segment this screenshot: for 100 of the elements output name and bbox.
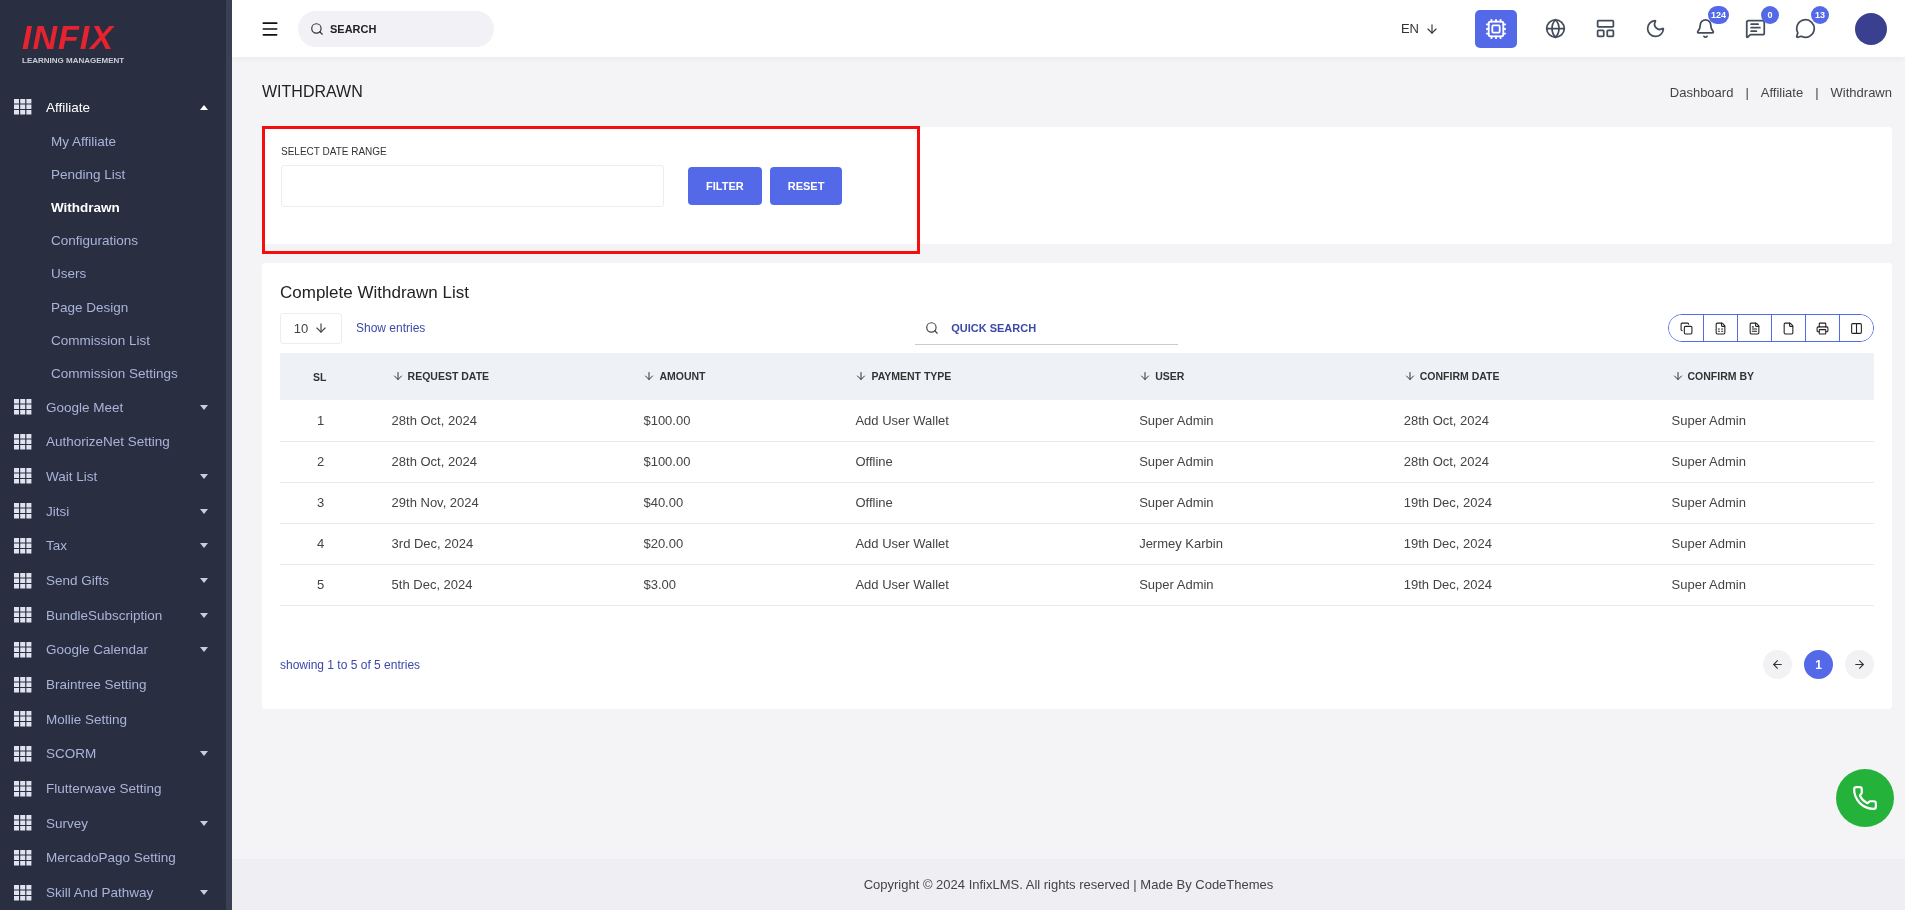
grid-icon [14,849,32,866]
sidebar-item[interactable]: BundleSubscription [0,597,226,633]
table-cell: Super Admin [1671,564,1874,605]
previous-page-button[interactable] [1763,650,1792,679]
columns-icon[interactable] [1839,315,1873,341]
breadcrumb-link[interactable]: Dashboard [1669,84,1734,100]
sort-icon [1403,369,1416,382]
language-selector[interactable]: EN [1400,21,1439,36]
grid-icon [14,711,32,728]
table-cell: $40.00 [643,482,856,523]
caret-icon [200,820,208,826]
table-cell: Super Admin [1139,482,1404,523]
submenu-item[interactable]: Page Design [0,290,226,324]
sidebar-item[interactable]: MercadoPago Setting [0,840,226,876]
breadcrumb-link[interactable]: Withdrawn [1830,84,1892,100]
table-cell: 28th Oct, 2024 [391,400,644,441]
table-cell: 3 [280,482,392,523]
avatar[interactable] [1855,12,1887,45]
caret-icon [200,890,208,896]
table-cell: Super Admin [1139,441,1404,482]
filter-button[interactable]: FILTER [688,167,762,205]
sort-icon [391,369,404,382]
copyright-text: Copyright © 2024 InfixLMS. All rights reserved | Made By CodeThemes [863,877,1274,892]
sidebar-item[interactable]: Braintree Setting [0,667,226,702]
column-header[interactable]: AMOUNT [643,353,856,400]
submenu-item[interactable]: Withdrawn [0,191,226,225]
submenu-item[interactable]: Users [0,257,226,291]
sidebar-item[interactable]: Skill And Pathway [0,875,226,910]
table-cell: Jermey Karbin [1139,523,1404,564]
caret-icon [200,647,208,653]
sidebar-item[interactable]: Jitsi [0,493,226,529]
chat-icon[interactable] [1793,16,1817,41]
sidebar-item[interactable]: AuthorizeNet Setting [0,424,226,460]
sidebar-item[interactable]: Mollie Setting [0,701,226,737]
table-cell: Super Admin [1671,400,1874,441]
ai-chip-button[interactable] [1475,9,1517,48]
caret-icon [200,612,208,618]
column-header[interactable]: CONFIRM BY [1671,353,1874,400]
caret-icon [200,474,208,479]
sidebar-item[interactable]: Flutterwave Setting [0,771,226,806]
submenu-item[interactable]: Pending List [0,157,226,192]
submenu-item[interactable]: Commission Settings [0,356,226,390]
caret-icon [200,104,208,110]
table-cell: Add User Wallet [855,400,1140,441]
submenu-item[interactable]: Commission List [0,323,226,357]
grid-icon [14,399,32,416]
submenu-item[interactable]: Configurations [0,224,226,258]
sidebar-item[interactable]: Google Meet [0,389,226,425]
table-cell: $20.00 [643,523,856,564]
next-page-button[interactable] [1845,650,1874,679]
whatsapp-button[interactable] [1836,769,1894,827]
submenu-item[interactable]: My Affiliate [0,124,226,158]
sidebar-item[interactable]: Tax [0,528,226,564]
grid-icon [14,468,32,485]
caret-icon [200,404,208,410]
column-header[interactable]: CONFIRM DATE [1403,353,1672,400]
sidebar-item[interactable]: Affiliate [0,90,226,125]
table-cell: 1 [280,400,392,441]
table-cell: 2 [280,441,392,482]
sidebar-item[interactable]: Send Gifts [0,563,226,598]
table-cell: Super Admin [1671,441,1874,482]
chip-icon [1485,17,1507,40]
sort-icon [1139,369,1152,382]
sort-icon [1671,369,1684,382]
column-header[interactable]: SL [280,353,392,400]
table-cell: $100.00 [643,441,856,482]
table-cell: 19th Dec, 2024 [1403,564,1672,605]
sidebar-item[interactable]: Wait List [0,459,226,494]
caret-icon [200,508,208,514]
table-cell: 29th Nov, 2024 [391,482,644,523]
reset-button[interactable]: RESET [769,167,843,205]
grid-icon [14,780,32,797]
search-field[interactable]: SEARCH [298,10,494,47]
separator: | [1815,84,1819,100]
column-header[interactable]: PAYMENT TYPE [855,353,1140,400]
sidebar-item[interactable]: SCORM [0,736,226,772]
breadcrumb-link[interactable]: Affiliate [1760,84,1804,100]
grid-icon [14,745,32,762]
sort-icon [643,369,656,382]
globe-icon[interactable] [1543,16,1567,41]
notification-count: 124 [1707,5,1729,24]
caret-icon [200,751,208,757]
table-cell: Add User Wallet [855,564,1140,605]
page-button[interactable]: 1 [1804,650,1833,679]
table-cell: 28th Oct, 2024 [1403,441,1672,482]
grid-icon [14,537,32,554]
card-title: Complete Withdrawn List [280,283,470,303]
column-header[interactable]: REQUEST DATE [391,353,644,400]
phone-icon [1852,785,1878,811]
sidebar-item[interactable]: Survey [0,805,226,841]
column-header[interactable]: USER [1139,353,1404,400]
table-cell: Super Admin [1671,523,1874,564]
arrow-left-icon [1771,658,1784,671]
page-size-select[interactable]: 10 [280,312,342,344]
arrow-right-icon [1853,658,1866,671]
arrow-down-icon [1425,21,1439,36]
sidebar-item[interactable]: Google Calendar [0,632,226,668]
grid-icon [14,884,32,901]
show-entries-label: Show entries [356,321,426,335]
table-cell: 19th Dec, 2024 [1403,523,1672,564]
